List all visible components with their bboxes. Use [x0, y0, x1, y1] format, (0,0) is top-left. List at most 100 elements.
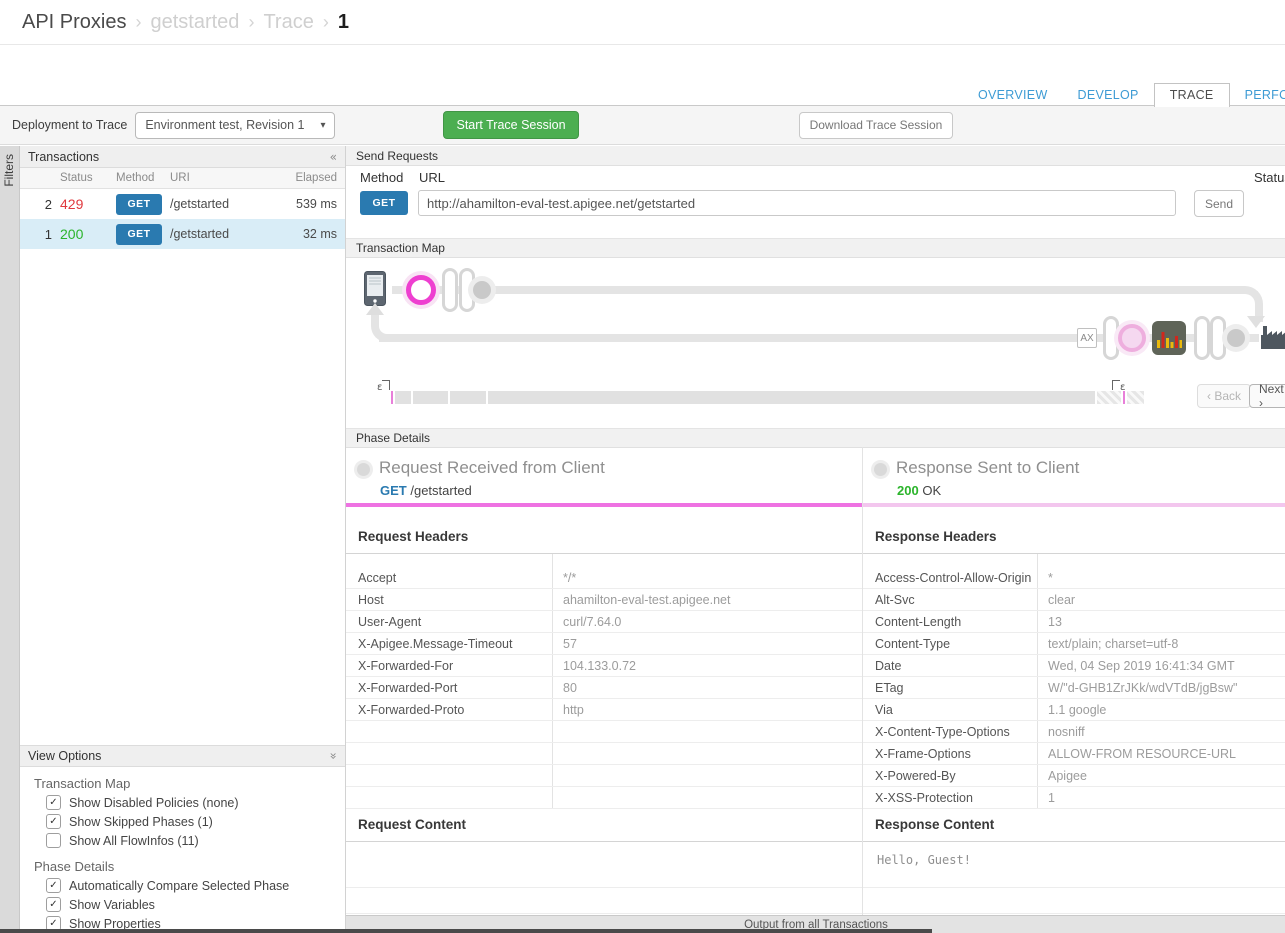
response-phase-subtitle: 200 OK — [897, 483, 941, 498]
phase-node[interactable] — [1227, 329, 1245, 347]
view-options-panel: View Options » Transaction Map ✓ Show Di… — [20, 745, 345, 933]
tab-performance[interactable]: PERFORMANCE — [1230, 84, 1285, 106]
phase-bullet-icon — [874, 463, 887, 476]
breadcrumb-separator: › — [248, 12, 254, 33]
environment-select[interactable]: Environment test, Revision 1 ▾ — [135, 112, 335, 139]
header-row: Content-Typetext/plain; charset=utf-8 — [863, 633, 1285, 655]
checkbox[interactable]: ✓ — [46, 814, 61, 829]
request-method: GET — [380, 483, 407, 498]
request-flow-line — [392, 286, 1242, 294]
checkbox[interactable]: ✓ — [46, 897, 61, 912]
breadcrumb-api-proxies[interactable]: API Proxies — [22, 11, 126, 34]
environment-select-value: Environment test, Revision 1 — [145, 118, 304, 132]
corner-bracket-icon — [382, 380, 390, 390]
breadcrumb-trace[interactable]: Trace — [263, 11, 313, 34]
header-row: Access-Control-Allow-Origin* — [863, 567, 1285, 589]
breadcrumb-separator: › — [323, 12, 329, 33]
timeline-segment[interactable] — [395, 391, 411, 404]
view-options-transaction-map-heading: Transaction Map — [34, 776, 345, 791]
request-phase-subtitle: GET /getstarted — [380, 483, 472, 498]
phase-node-highlight[interactable] — [1118, 324, 1146, 352]
checkbox[interactable]: ✓ — [46, 795, 61, 810]
transactions-title: Transactions — [28, 150, 99, 164]
response-headers-heading: Response Headers — [875, 529, 997, 544]
flow-step-pill[interactable] — [1194, 316, 1210, 360]
checkbox[interactable]: ✓ — [46, 878, 61, 893]
request-phase-title: Request Received from Client — [379, 458, 605, 478]
timeline-segment[interactable] — [488, 391, 1095, 404]
corner-bracket-icon — [1112, 380, 1120, 390]
analytics-ax-node[interactable]: AX — [1077, 328, 1097, 348]
header-row: X-Apigee.Message-Timeout57 — [346, 633, 862, 655]
timeline-start-marker: ε — [377, 378, 390, 393]
download-trace-session-button[interactable]: Download Trace Session — [799, 112, 954, 139]
horizontal-scrollbar[interactable] — [0, 929, 932, 933]
transactions-panel-header: Transactions « — [20, 146, 345, 168]
url-label: URL — [419, 170, 445, 185]
collapse-panel-icon[interactable]: « — [330, 150, 337, 164]
breadcrumb: API Proxies › getstarted › Trace › 1 — [0, 0, 1285, 45]
tabbar: OVERVIEW DEVELOP TRACE PERFORMANCE — [963, 84, 1285, 106]
breadcrumb-proxy-name[interactable]: getstarted — [150, 11, 239, 34]
deployment-label: Deployment to Trace — [12, 118, 127, 132]
header-row — [346, 743, 862, 765]
transaction-status: 200 — [60, 226, 116, 242]
transaction-map-canvas: AX — [346, 258, 1285, 376]
column-method: Method — [116, 172, 170, 184]
analytics-chart-icon[interactable] — [1152, 321, 1186, 358]
chevron-down-icon: ▾ — [320, 120, 325, 131]
option-show-disabled-policies[interactable]: ✓ Show Disabled Policies (none) — [46, 793, 345, 812]
option-show-all-flowinfos[interactable]: Show All FlowInfos (11) — [46, 831, 345, 850]
transaction-row[interactable]: 2 429 GET /getstarted 539 ms — [20, 189, 345, 219]
backend-factory-icon[interactable] — [1259, 322, 1285, 355]
tab-overview[interactable]: OVERVIEW — [963, 84, 1063, 106]
checkbox[interactable] — [46, 833, 61, 848]
response-phase-title: Response Sent to Client — [896, 458, 1079, 478]
timeline-segment[interactable] — [413, 391, 448, 404]
phase-node[interactable] — [473, 281, 491, 299]
transaction-index: 1 — [20, 227, 60, 242]
flow-step-pill[interactable] — [1210, 316, 1226, 360]
tab-trace[interactable]: TRACE — [1154, 83, 1230, 107]
flow-step-pill[interactable] — [442, 268, 458, 312]
timeline-segment[interactable] — [450, 391, 486, 404]
request-content-heading: Request Content — [358, 817, 466, 832]
header-row: ETagW/"d-GHB1ZrJKk/wdVTdB/jgBsw" — [863, 677, 1285, 699]
column-uri: URI — [170, 172, 281, 184]
method-get-button[interactable]: GET — [360, 191, 408, 215]
header-row: DateWed, 04 Sep 2019 16:41:34 GMT — [863, 655, 1285, 677]
trace-toolbar: Deployment to Trace Environment test, Re… — [0, 106, 1285, 145]
header-row: Hostahamilton-eval-test.apigee.net — [346, 589, 862, 611]
column-elapsed: Elapsed — [281, 172, 345, 184]
phase-details-header: Phase Details — [346, 428, 1285, 448]
selected-phase-marker[interactable] — [406, 275, 436, 305]
status-label: Status — [1254, 170, 1285, 185]
option-show-skipped-phases[interactable]: ✓ Show Skipped Phases (1) — [46, 812, 345, 831]
collapse-view-options-icon[interactable]: » — [326, 752, 340, 759]
start-trace-session-button[interactable]: Start Trace Session — [443, 111, 578, 139]
response-status-code: 200 — [897, 483, 919, 498]
option-show-variables[interactable]: ✓ Show Variables — [46, 895, 345, 914]
back-button[interactable]: ‹ Back — [1197, 384, 1251, 408]
header-row: X-Forwarded-For104.133.0.72 — [346, 655, 862, 677]
next-button[interactable]: Next › — [1249, 384, 1285, 408]
transactions-column-headers: Status Method URI Elapsed — [20, 168, 345, 189]
transaction-row-selected[interactable]: 1 200 GET /getstarted 32 ms — [20, 219, 345, 249]
send-button[interactable]: Send — [1194, 190, 1244, 217]
tab-develop[interactable]: DEVELOP — [1063, 84, 1154, 106]
request-url-input[interactable] — [418, 190, 1176, 216]
phase-bullet-icon — [357, 463, 370, 476]
option-auto-compare-phase[interactable]: ✓ Automatically Compare Selected Phase — [46, 876, 345, 895]
response-headers-table: Access-Control-Allow-Origin* Alt-Svcclea… — [863, 554, 1285, 809]
transaction-map-header: Transaction Map — [346, 238, 1285, 258]
header-row: X-XSS-Protection1 — [863, 787, 1285, 809]
timeline-segment-skipped[interactable] — [1127, 391, 1144, 404]
timeline-segment-skipped[interactable] — [1097, 391, 1121, 404]
breadcrumb-revision: 1 — [338, 11, 349, 34]
trace-app: API Proxies › getstarted › Trace › 1 OVE… — [0, 0, 1285, 933]
method-label: Method — [360, 170, 403, 185]
flow-step-pill[interactable] — [1103, 316, 1119, 360]
filters-sidebar[interactable]: Filters — [0, 146, 20, 933]
header-row: X-Frame-OptionsALLOW-FROM RESOURCE-URL — [863, 743, 1285, 765]
view-options-title: View Options — [28, 749, 101, 763]
